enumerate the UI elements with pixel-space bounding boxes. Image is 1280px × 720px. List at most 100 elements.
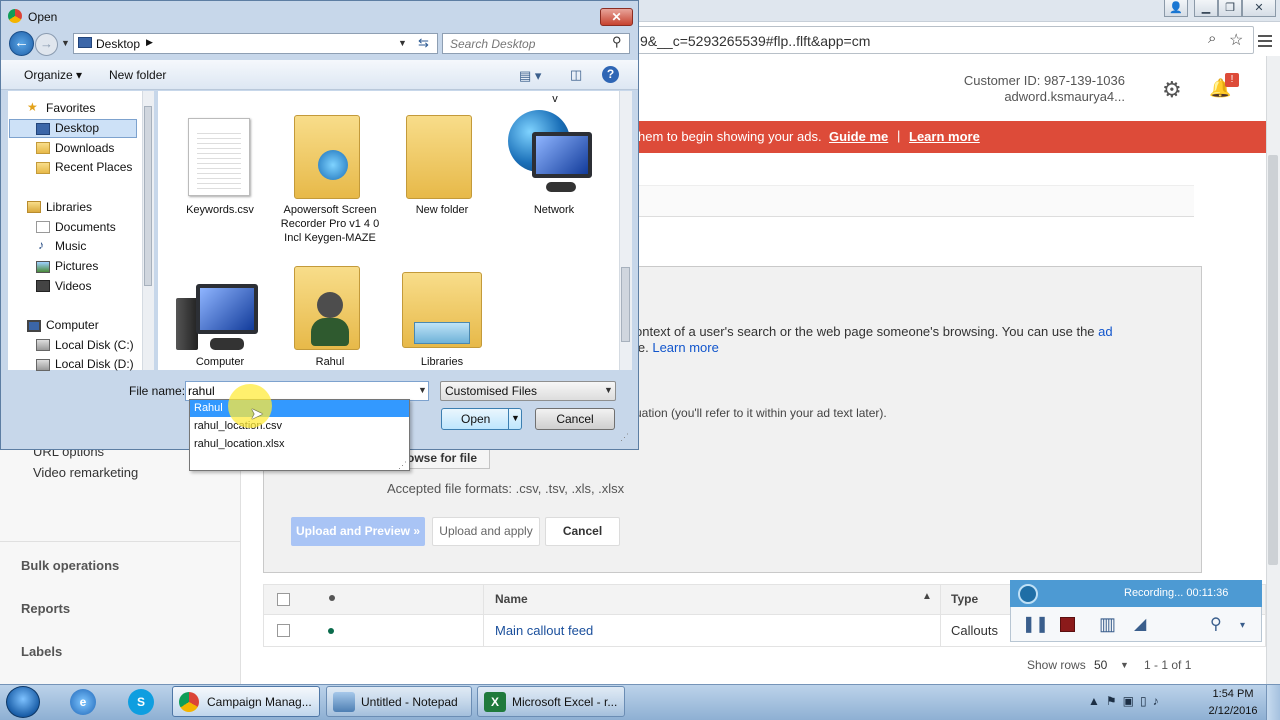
search-icon[interactable]: ⚲ — [612, 34, 622, 50]
new-folder-button[interactable]: New folder — [109, 68, 166, 82]
nav-pictures[interactable]: Pictures — [55, 259, 98, 273]
computer-monitor-icon[interactable] — [196, 284, 258, 334]
file-rahul[interactable]: Rahul — [280, 355, 380, 369]
clock-time[interactable]: 1:54 PM — [1208, 688, 1258, 700]
clock-date[interactable]: 2/12/2016 — [1204, 705, 1262, 717]
upload-and-apply-button[interactable]: Upload and apply — [432, 517, 540, 546]
nav-scroll-thumb[interactable] — [144, 106, 152, 286]
zoom-icon[interactable]: ⌕ — [1208, 30, 1216, 47]
dialog-close-button[interactable]: ✕ — [600, 8, 633, 26]
local-disk-icon — [36, 359, 50, 371]
toolbar-icon[interactable]: ▥ — [1099, 614, 1116, 635]
preview-pane-icon[interactable]: ◫ — [570, 67, 582, 83]
nav-local-disk-c[interactable]: Local Disk (C:) — [55, 338, 134, 352]
restore-icon[interactable]: ❐ — [1218, 0, 1242, 17]
page-cancel-button[interactable]: Cancel — [545, 517, 620, 546]
nav-downloads[interactable]: Downloads — [55, 141, 114, 155]
learn-more-link[interactable]: Learn more — [652, 340, 718, 355]
nav-recent-places[interactable]: Recent Places — [55, 160, 132, 174]
file-keywords-csv[interactable]: Keywords.csv — [170, 203, 270, 217]
nav-reports[interactable]: Reports — [21, 601, 70, 616]
nav-favorites[interactable]: Favorites — [46, 101, 95, 115]
autocomplete-item[interactable]: rahul_location.xlsx — [194, 438, 285, 450]
open-button-label[interactable]: Open — [461, 412, 490, 426]
folder-icon[interactable] — [406, 115, 472, 199]
file-new-folder[interactable]: New folder — [392, 203, 492, 217]
description-line-2: le. Learn more — [635, 340, 719, 355]
open-options-dropdown-icon[interactable]: ▼ — [511, 413, 520, 423]
ad-link[interactable]: ad — [1098, 324, 1112, 339]
file-libraries[interactable]: Libraries — [392, 355, 492, 369]
resize-grip-icon[interactable]: ⋰ — [620, 432, 629, 443]
nav-computer[interactable]: Computer — [46, 318, 99, 332]
address-dropdown-icon[interactable]: ▼ — [398, 38, 407, 48]
forward-arrow-icon[interactable]: → — [35, 33, 58, 56]
account-info[interactable]: Customer ID: 987-139-1036 adword.ksmaury… — [960, 73, 1125, 105]
file-apowersoft-folder[interactable]: Apowersoft Screen Recorder Pro v1 4 0 In… — [280, 203, 380, 245]
page-scroll-thumb[interactable] — [1268, 155, 1278, 565]
back-arrow-icon[interactable]: ← — [9, 31, 34, 56]
file-name-dropdown-icon[interactable]: ▼ — [418, 385, 427, 395]
recent-locations-icon[interactable]: ▼ — [61, 38, 70, 48]
chrome-icon — [8, 9, 22, 23]
stop-icon[interactable] — [1060, 617, 1075, 632]
file-name-input[interactable] — [185, 381, 429, 401]
skype-icon[interactable]: S — [128, 689, 154, 715]
feed-name-link[interactable]: Main callout feed — [495, 623, 593, 638]
guide-me-link[interactable]: Guide me — [829, 129, 888, 144]
nav-documents[interactable]: Documents — [55, 220, 116, 234]
chevron-down-icon[interactable]: ▼ — [1120, 660, 1129, 670]
resize-grip-icon[interactable]: ⋰ — [398, 460, 407, 471]
task-excel[interactable]: X Microsoft Excel - r... — [477, 686, 625, 717]
file-network[interactable]: Network — [504, 203, 604, 217]
pause-icon[interactable]: ❚❚ — [1022, 614, 1049, 634]
cancel-button[interactable]: Cancel — [535, 408, 615, 430]
alert-learn-more-link[interactable]: Learn more — [909, 129, 980, 144]
webcam-icon[interactable]: ⚲ — [1210, 614, 1222, 634]
internet-explorer-icon[interactable]: e — [70, 689, 96, 715]
address-location[interactable]: Desktop — [96, 37, 140, 51]
change-view-icon[interactable]: ▤ ▾ — [519, 68, 541, 84]
nav-desktop[interactable]: Desktop — [55, 121, 99, 135]
nav-libraries[interactable]: Libraries — [46, 200, 92, 214]
recorder-menu-icon[interactable]: ▾ — [1240, 620, 1245, 631]
system-tray-icons[interactable]: ▲⚑▣▯♪ — [1088, 694, 1165, 708]
desktop-icon — [36, 123, 50, 135]
select-all-checkbox[interactable] — [277, 593, 290, 606]
file-type-value[interactable]: Customised Files — [445, 384, 537, 398]
show-desktop-button[interactable] — [1266, 685, 1280, 720]
window-close-icon[interactable]: ✕ — [1242, 0, 1276, 17]
minimize-icon[interactable]: ▁ — [1194, 0, 1218, 17]
upload-and-preview-button[interactable]: Upload and Preview » — [291, 517, 425, 546]
sort-up-icon[interactable]: ▲ — [922, 591, 932, 602]
file-name-value[interactable]: rahul — [188, 384, 215, 398]
chrome-menu-icon[interactable] — [1258, 32, 1272, 50]
volume-slider-icon[interactable]: ◢ — [1134, 614, 1146, 634]
row-checkbox[interactable] — [277, 624, 290, 637]
organize-menu[interactable]: Organize ▾ — [24, 68, 82, 82]
task-notepad[interactable]: Untitled - Notepad — [326, 686, 472, 717]
customer-id: Customer ID: 987-139-1036 — [963, 73, 1125, 88]
nav-local-disk-d[interactable]: Local Disk (D:) — [55, 357, 134, 371]
task-campaign-manager[interactable]: Campaign Manag... — [172, 686, 320, 717]
autocomplete-item[interactable]: Rahul — [194, 402, 223, 414]
bookmark-star-icon[interactable]: ☆ — [1229, 30, 1243, 50]
column-header-name[interactable]: Name — [495, 592, 528, 606]
nav-music[interactable]: Music — [55, 239, 86, 253]
start-button[interactable] — [6, 686, 40, 718]
column-header-type[interactable]: Type — [951, 592, 978, 606]
nav-labels[interactable]: Labels — [21, 644, 62, 659]
help-icon[interactable]: ? — [602, 66, 619, 83]
nav-video-remarketing[interactable]: Video remarketing — [33, 465, 138, 480]
file-computer[interactable]: Computer — [170, 355, 270, 369]
breadcrumb-arrow-icon[interactable]: ▶ — [146, 37, 153, 48]
file-scroll-thumb[interactable] — [621, 267, 630, 342]
nav-bulk-operations[interactable]: Bulk operations — [21, 558, 119, 573]
rows-per-page-select[interactable]: 50 — [1094, 658, 1107, 672]
file-type-dropdown-icon[interactable]: ▼ — [604, 385, 613, 395]
user-icon[interactable]: 👤 — [1164, 0, 1188, 17]
csv-file-icon[interactable] — [188, 118, 250, 196]
gear-icon[interactable]: ⚙ — [1162, 77, 1182, 103]
refresh-icon[interactable]: ⇆ — [418, 35, 429, 51]
nav-videos[interactable]: Videos — [55, 279, 91, 293]
